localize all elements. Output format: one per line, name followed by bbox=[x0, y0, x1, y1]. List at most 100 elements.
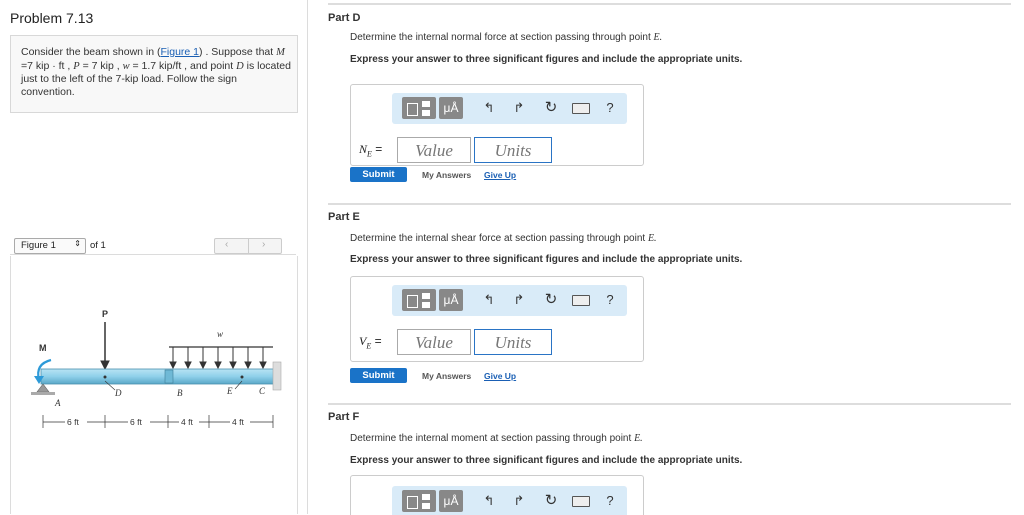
template-button[interactable] bbox=[402, 289, 436, 311]
template-icon bbox=[422, 494, 430, 500]
dimension-label: 4 ft bbox=[232, 417, 244, 427]
load-arrow bbox=[244, 347, 252, 370]
reset-icon[interactable]: ↻ bbox=[542, 490, 560, 512]
part-divider bbox=[328, 3, 1011, 5]
distributed-load bbox=[169, 346, 273, 370]
point-symbol: E. bbox=[647, 233, 657, 244]
undo-icon[interactable]: ↰ bbox=[480, 289, 498, 311]
dimension-label: 6 ft bbox=[130, 417, 142, 427]
point-E-marker bbox=[240, 375, 244, 379]
value-input[interactable]: Value bbox=[397, 137, 471, 163]
template-icon bbox=[422, 110, 430, 116]
part-d-instruction: Express your answer to three significant… bbox=[350, 54, 743, 65]
question-text: Determine the internal normal force at s… bbox=[350, 32, 651, 43]
keyboard-icon[interactable] bbox=[572, 496, 590, 507]
symbol-w: w bbox=[122, 60, 130, 72]
statement-text: Consider the beam shown in ( bbox=[21, 46, 161, 58]
part-e-submit-button[interactable]: Submit bbox=[350, 368, 407, 383]
load-arrow bbox=[199, 347, 207, 370]
parts-panel: Part D Determine the internal normal for… bbox=[308, 0, 1024, 515]
next-figure-icon[interactable]: › bbox=[262, 239, 265, 250]
figure-link[interactable]: Figure 1 bbox=[161, 46, 200, 58]
label-P: P bbox=[102, 309, 108, 319]
statement-text: = 7 kip , bbox=[79, 59, 123, 72]
part-d-submit-button[interactable]: Submit bbox=[350, 167, 407, 182]
figure-select[interactable]: Figure 1 ⇕ bbox=[14, 238, 86, 254]
part-d-answer-box: μÅ ↰ ↱ ↻ ? NE = Value Units bbox=[350, 84, 644, 166]
problem-title: Problem 7.13 bbox=[10, 10, 94, 26]
template-button[interactable] bbox=[402, 97, 436, 119]
label-B: B bbox=[177, 388, 183, 398]
give-up-link[interactable]: Give Up bbox=[484, 371, 516, 381]
part-d-title: Part D bbox=[328, 12, 361, 24]
variable-subscript: E bbox=[366, 341, 372, 351]
reset-icon[interactable]: ↻ bbox=[542, 97, 560, 119]
equals-sign: = bbox=[375, 142, 383, 156]
math-toolbar: μÅ ↰ ↱ ↻ ? bbox=[392, 285, 627, 316]
symbols-button[interactable]: μÅ bbox=[439, 289, 463, 311]
symbols-button[interactable]: μÅ bbox=[439, 97, 463, 119]
dimension-label: 4 ft bbox=[181, 417, 193, 427]
load-arrow bbox=[259, 347, 267, 370]
template-icon bbox=[407, 295, 418, 308]
redo-icon[interactable]: ↱ bbox=[510, 289, 528, 311]
load-arrow bbox=[184, 347, 192, 370]
template-icon bbox=[422, 101, 430, 107]
help-icon[interactable]: ? bbox=[601, 289, 619, 311]
label-M: M bbox=[39, 343, 47, 353]
label-A: A bbox=[54, 398, 61, 408]
math-toolbar: μÅ ↰ ↱ ↻ ? bbox=[392, 486, 627, 515]
point-symbol: E. bbox=[653, 32, 663, 43]
undo-icon[interactable]: ↰ bbox=[480, 97, 498, 119]
keyboard-icon[interactable] bbox=[572, 295, 590, 306]
question-text: Determine the internal shear force at se… bbox=[350, 233, 646, 244]
beam-joint bbox=[164, 369, 174, 384]
keyboard-icon[interactable] bbox=[572, 103, 590, 114]
value-input[interactable]: Value bbox=[397, 329, 471, 355]
template-icon bbox=[422, 293, 430, 299]
part-e-question: Determine the internal shear force at se… bbox=[350, 233, 657, 244]
math-toolbar: μÅ ↰ ↱ ↻ ? bbox=[392, 93, 627, 124]
redo-icon[interactable]: ↱ bbox=[510, 490, 528, 512]
template-button[interactable] bbox=[402, 490, 436, 512]
point-symbol: E. bbox=[634, 433, 643, 444]
template-icon bbox=[407, 103, 418, 116]
label-w: w bbox=[217, 329, 223, 339]
variable-symbol: N bbox=[359, 142, 368, 156]
units-input[interactable]: Units bbox=[474, 329, 552, 355]
my-answers-link[interactable]: My Answers bbox=[422, 371, 471, 381]
template-icon bbox=[407, 496, 418, 509]
undo-icon[interactable]: ↰ bbox=[480, 490, 498, 512]
equals-sign: = bbox=[374, 334, 382, 348]
redo-icon[interactable]: ↱ bbox=[510, 97, 528, 119]
figure-navigation-bar: Figure 1 ⇕ of 1 ‹ › bbox=[10, 236, 296, 255]
problem-panel: Problem 7.13 Consider the beam shown in … bbox=[0, 0, 308, 514]
load-arrow bbox=[169, 347, 177, 370]
select-arrows-icon: ⇕ bbox=[74, 239, 81, 248]
figure-select-value: Figure 1 bbox=[21, 240, 56, 251]
part-e-instruction: Express your answer to three significant… bbox=[350, 254, 743, 265]
part-e-title: Part E bbox=[328, 211, 360, 223]
dimension-label: 6 ft bbox=[67, 417, 79, 427]
pin-support-A bbox=[31, 383, 55, 395]
help-icon[interactable]: ? bbox=[601, 490, 619, 512]
part-e-answer-box: μÅ ↰ ↱ ↻ ? VE = Value Units bbox=[350, 276, 644, 362]
label-D: D bbox=[114, 388, 122, 398]
problem-statement: Consider the beam shown in (Figure 1) . … bbox=[21, 46, 291, 98]
reset-icon[interactable]: ↻ bbox=[542, 289, 560, 311]
point-load-P bbox=[100, 322, 110, 371]
statement-text: ) . Suppose that bbox=[199, 46, 277, 58]
part-divider bbox=[328, 203, 1011, 205]
give-up-link[interactable]: Give Up bbox=[484, 170, 516, 180]
variable-subscript: E bbox=[367, 149, 372, 159]
load-arrow bbox=[214, 347, 222, 370]
symbols-button[interactable]: μÅ bbox=[439, 490, 463, 512]
my-answers-link[interactable]: My Answers bbox=[422, 170, 471, 180]
symbol-D: D bbox=[236, 60, 244, 72]
part-f-answer-box: μÅ ↰ ↱ ↻ ? bbox=[350, 475, 644, 515]
part-f-question: Determine the internal moment at section… bbox=[350, 433, 643, 444]
units-input[interactable]: Units bbox=[474, 137, 552, 163]
previous-figure-icon[interactable]: ‹ bbox=[225, 239, 228, 250]
help-icon[interactable]: ? bbox=[601, 97, 619, 119]
pager-divider bbox=[248, 239, 249, 253]
